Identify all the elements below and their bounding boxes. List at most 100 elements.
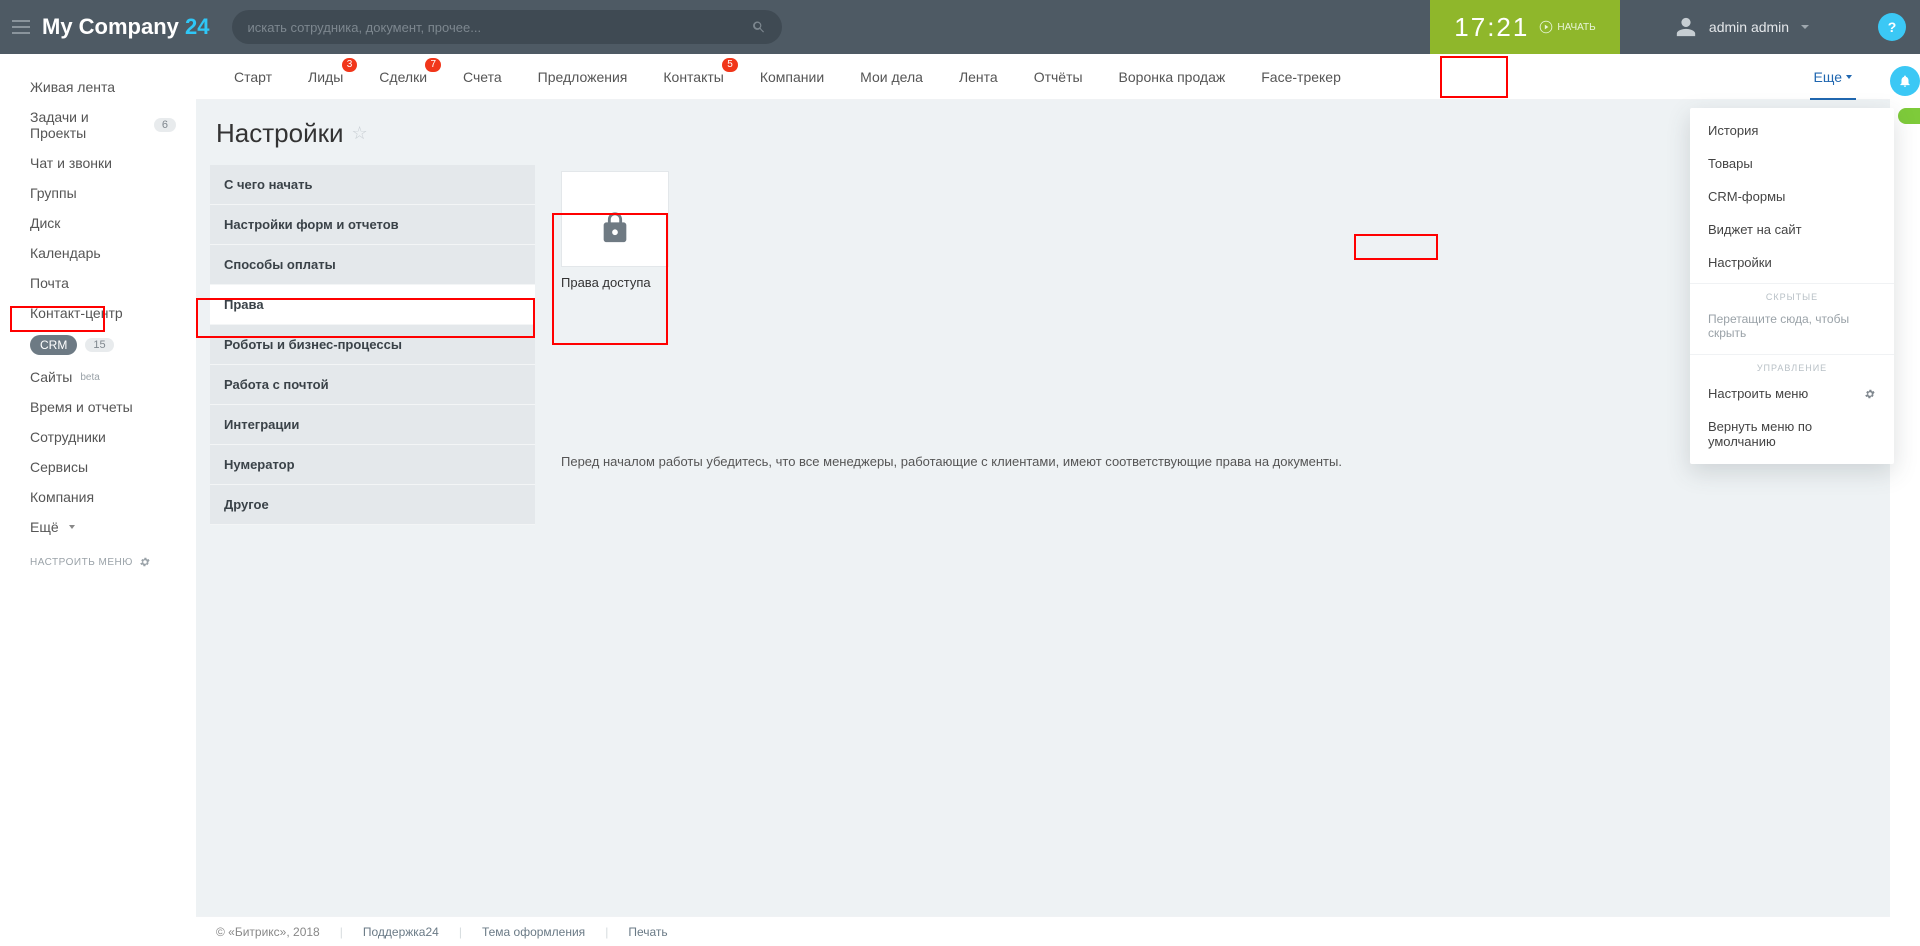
start-button[interactable]: НАЧАТЬ — [1539, 20, 1595, 34]
tab-label: Мои дела — [860, 69, 923, 85]
sidebar-item-9[interactable]: Сайтыbeta — [0, 362, 196, 392]
sidebar-item-label: Диск — [30, 215, 60, 231]
chevron-down-icon — [1801, 25, 1809, 29]
sidebar-item-7[interactable]: Контакт-центр — [0, 298, 196, 328]
sidebar-configure[interactable]: НАСТРОИТЬ МЕНЮ — [0, 542, 196, 575]
settings-nav-item-3[interactable]: Права — [210, 285, 535, 325]
tab-label: Счета — [463, 69, 502, 85]
sidebar-item-13[interactable]: Компания — [0, 482, 196, 512]
footer-link-support[interactable]: Поддержка24 — [363, 925, 439, 939]
tab-label: Отчёты — [1034, 69, 1083, 85]
dropdown-configure[interactable]: Настроить меню — [1690, 377, 1894, 410]
sidebar-item-14[interactable]: Ещё — [0, 512, 196, 542]
bell-icon — [1898, 74, 1912, 88]
chevron-down-icon — [1846, 75, 1852, 79]
settings-nav-item-7[interactable]: Нумератор — [210, 445, 535, 485]
settings-nav-item-2[interactable]: Способы оплаты — [210, 245, 535, 285]
help-button[interactable]: ? — [1878, 13, 1906, 41]
settings-nav-item-0[interactable]: С чего начать — [210, 165, 535, 205]
dropdown-section-hidden: СКРЫТЫЕ — [1690, 283, 1894, 306]
dropdown-item-0[interactable]: История — [1690, 114, 1894, 147]
dropdown-item-4[interactable]: Настройки — [1690, 246, 1894, 279]
sidebar-item-label: Сотрудники — [30, 429, 106, 445]
tab-8[interactable]: Лента — [941, 54, 1016, 100]
chevron-down-icon — [69, 525, 75, 529]
tab-0[interactable]: Старт — [216, 54, 290, 100]
sidebar-item-8[interactable]: CRM15 — [0, 328, 196, 362]
sidebar-item-6[interactable]: Почта — [0, 268, 196, 298]
sidebar-item-12[interactable]: Сервисы — [0, 452, 196, 482]
tab-2[interactable]: Сделки7 — [361, 54, 445, 100]
tab-9[interactable]: Отчёты — [1016, 54, 1101, 100]
clock-time: 17:21 — [1454, 12, 1529, 43]
sidebar-item-label: Календарь — [30, 245, 101, 261]
tile-label: Права доступа — [561, 275, 1876, 294]
tab-label: Контакты — [663, 69, 723, 85]
topbar: My Company 24 17:21 НАЧАТЬ admin admin ? — [0, 0, 1920, 54]
sidebar-item-label: Сайты — [30, 369, 72, 385]
dropdown-item-2[interactable]: CRM-формы — [1690, 180, 1894, 213]
sidebar-item-label: Почта — [30, 275, 69, 291]
sidebar-item-3[interactable]: Группы — [0, 178, 196, 208]
logo[interactable]: My Company 24 — [42, 14, 210, 40]
menu-toggle-icon[interactable] — [12, 20, 30, 34]
user-menu[interactable]: admin admin — [1620, 16, 1864, 38]
settings-nav-item-1[interactable]: Настройки форм и отчетов — [210, 205, 535, 245]
tab-7[interactable]: Мои дела — [842, 54, 941, 100]
gear-icon — [1864, 388, 1876, 400]
footer-link-print[interactable]: Печать — [628, 925, 667, 939]
tab-label: Лиды — [308, 69, 343, 85]
tab-10[interactable]: Воронка продаж — [1101, 54, 1244, 100]
tab-label: Предложения — [538, 69, 628, 85]
sidebar-item-label: Чат и звонки — [30, 155, 112, 171]
tab-6[interactable]: Компании — [742, 54, 842, 100]
tab-11[interactable]: Face-трекер — [1243, 54, 1359, 100]
sidebar-item-label: Контакт-центр — [30, 305, 123, 321]
more-dropdown: ИсторияТоварыCRM-формыВиджет на сайтНаст… — [1690, 108, 1894, 464]
notifications-button[interactable] — [1890, 66, 1920, 96]
sidebar-item-label: Группы — [30, 185, 77, 201]
settings-nav-item-8[interactable]: Другое — [210, 485, 535, 525]
sidebar-item-1[interactable]: Задачи и Проекты6 — [0, 102, 196, 148]
settings-nav-item-5[interactable]: Работа с почтой — [210, 365, 535, 405]
sidebar-badge: 6 — [154, 118, 176, 132]
tab-5[interactable]: Контакты5 — [645, 54, 741, 100]
dropdown-reset[interactable]: Вернуть меню по умолчанию — [1690, 410, 1894, 458]
tab-count: 3 — [342, 58, 358, 72]
sidebar-item-0[interactable]: Живая лента — [0, 72, 196, 102]
sidebar-item-5[interactable]: Календарь — [0, 238, 196, 268]
tab-1[interactable]: Лиды3 — [290, 54, 361, 100]
settings-nav-item-4[interactable]: Роботы и бизнес-процессы — [210, 325, 535, 365]
page-body: Настройки ☆ С чего начатьНастройки форм … — [196, 100, 1890, 916]
tab-4[interactable]: Предложения — [520, 54, 646, 100]
search-box[interactable] — [232, 10, 782, 44]
logo-text: My Company — [42, 14, 185, 39]
page-title: Настройки — [216, 118, 344, 149]
page-header: Настройки ☆ — [196, 100, 1890, 155]
sidebar-item-label: Живая лента — [30, 79, 115, 95]
start-label: НАЧАТЬ — [1557, 22, 1595, 33]
tile-access-rights[interactable] — [561, 171, 669, 267]
lock-icon — [598, 211, 632, 245]
tab-more[interactable]: Еще — [1796, 54, 1871, 100]
sidebar-item-11[interactable]: Сотрудники — [0, 422, 196, 452]
sidebar-item-4[interactable]: Диск — [0, 208, 196, 238]
sidebar-item-10[interactable]: Время и отчеты — [0, 392, 196, 422]
time-tracker[interactable]: 17:21 НАЧАТЬ — [1430, 0, 1620, 54]
sidebar-item-2[interactable]: Чат и звонки — [0, 148, 196, 178]
footer-copyright: © «Битрикс», 2018 — [216, 925, 320, 939]
search-input[interactable] — [248, 20, 752, 35]
tab-label: Сделки — [379, 69, 427, 85]
footer: © «Битрикс», 2018 | Поддержка24 | Тема о… — [196, 916, 1890, 946]
sidebar-configure-label: НАСТРОИТЬ МЕНЮ — [30, 557, 133, 568]
tab-label: Face-трекер — [1261, 69, 1341, 85]
tab-3[interactable]: Счета — [445, 54, 520, 100]
rail-indicator[interactable] — [1898, 108, 1920, 124]
dropdown-item-3[interactable]: Виджет на сайт — [1690, 213, 1894, 246]
sidebar-item-label: Сервисы — [30, 459, 88, 475]
sidebar-item-label: Время и отчеты — [30, 399, 133, 415]
favorite-star-icon[interactable]: ☆ — [352, 123, 368, 144]
footer-link-theme[interactable]: Тема оформления — [482, 925, 585, 939]
dropdown-item-1[interactable]: Товары — [1690, 147, 1894, 180]
settings-nav-item-6[interactable]: Интеграции — [210, 405, 535, 445]
